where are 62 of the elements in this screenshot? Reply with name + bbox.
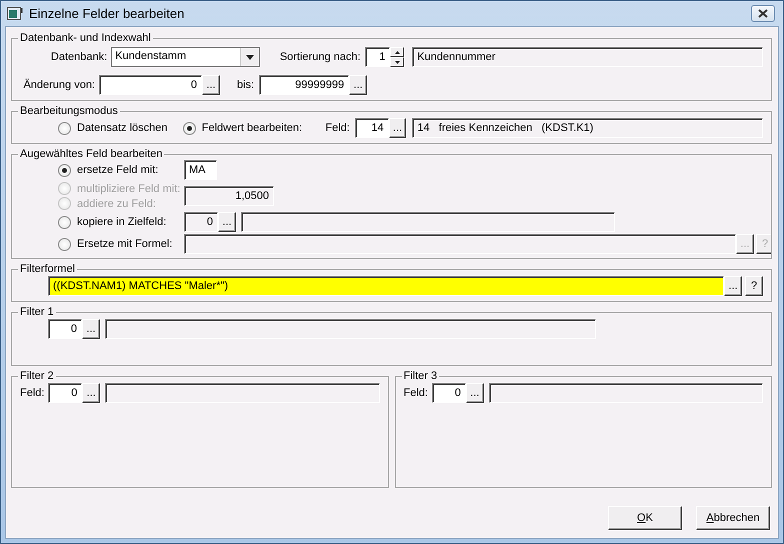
dropdown-arrow-icon <box>246 54 254 60</box>
browse-button[interactable]: ... <box>388 118 406 138</box>
radio-label: Feldwert bearbeiten: <box>202 122 302 134</box>
field-label: Sortierung nach: <box>280 51 361 63</box>
radio-button[interactable] <box>182 122 196 134</box>
input-field[interactable]: 0 <box>48 383 82 403</box>
browse-button[interactable]: ... <box>202 75 220 95</box>
radio-label: Ersetze mit Formel: <box>77 238 172 250</box>
description-field[interactable] <box>488 383 763 403</box>
radio-button[interactable] <box>58 216 71 228</box>
radio-button[interactable] <box>58 238 71 250</box>
dialog-button[interactable]: Abbrechen <box>696 506 770 530</box>
field-label: Feld: <box>20 387 44 399</box>
field-label: Feld: <box>325 122 350 134</box>
field-label: Datenbank: <box>50 51 108 63</box>
window-title: Einzelne Felder bearbeiten <box>29 6 184 21</box>
browse-button[interactable]: ... <box>466 383 484 403</box>
radio-label: Datensatz löschen <box>77 122 168 134</box>
browse-button[interactable]: ? <box>745 276 764 296</box>
input-field[interactable]: 99999999 <box>259 75 350 95</box>
filter-formula-field[interactable]: ((KDST.NAM1) MATCHES "Maler*") <box>48 276 724 296</box>
group-title: Filterformel <box>19 264 76 275</box>
app-icon <box>7 6 23 20</box>
group-title: Augewähltes Feld bearbeiten <box>19 149 164 160</box>
description-field[interactable] <box>241 212 615 232</box>
input-field[interactable]: 0 <box>48 319 82 339</box>
radio-button[interactable] <box>58 122 71 134</box>
radio-button[interactable] <box>58 164 71 176</box>
browse-button[interactable]: ... <box>82 319 100 339</box>
close-icon <box>758 9 768 18</box>
field-label: Änderung von: <box>22 79 95 91</box>
group-title: Bearbeitungsmodus <box>19 106 119 117</box>
description-field[interactable]: 14 freies Kennzeichen (KDST.K1) <box>412 118 763 138</box>
group-title: Filter 1 <box>19 307 55 318</box>
browse-button[interactable]: ... <box>349 75 368 95</box>
browse-button[interactable]: ... <box>82 383 100 403</box>
input-field[interactable]: 1,0500 <box>184 186 274 206</box>
field-label: Feld: <box>404 387 428 399</box>
spinner[interactable] <box>390 47 404 67</box>
input-field[interactable]: 14 <box>354 118 389 138</box>
input-field[interactable]: 0 <box>184 212 218 232</box>
radio-label: addiere zu Feld: <box>77 198 156 210</box>
input-field[interactable]: 1 <box>364 47 390 67</box>
database-dropdown[interactable]: Kundenstamm <box>111 47 260 67</box>
formula-field[interactable] <box>184 234 736 254</box>
radio-label: kopiere in Zielfeld: <box>77 216 166 228</box>
description-field[interactable] <box>105 383 380 403</box>
group-title: Filter 3 <box>402 371 438 382</box>
field-label: bis: <box>237 79 254 91</box>
input-field[interactable]: MA <box>184 160 217 180</box>
description-field[interactable]: Kundennummer <box>412 47 763 67</box>
group-title: Filter 2 <box>19 371 55 382</box>
group-title: Datenbank- und Indexwahl <box>19 33 152 44</box>
radio-label: multipliziere Feld mit: <box>77 182 180 194</box>
browse-button[interactable]: ... <box>218 212 236 232</box>
close-button[interactable] <box>751 5 775 22</box>
input-field[interactable]: 0 <box>99 75 202 95</box>
radio-label: ersetze Feld mit: <box>77 164 158 176</box>
input-field[interactable]: 0 <box>432 383 466 403</box>
description-field[interactable] <box>105 319 596 339</box>
browse-button[interactable]: ... <box>724 276 742 296</box>
dialog-button[interactable]: OK <box>608 506 682 530</box>
